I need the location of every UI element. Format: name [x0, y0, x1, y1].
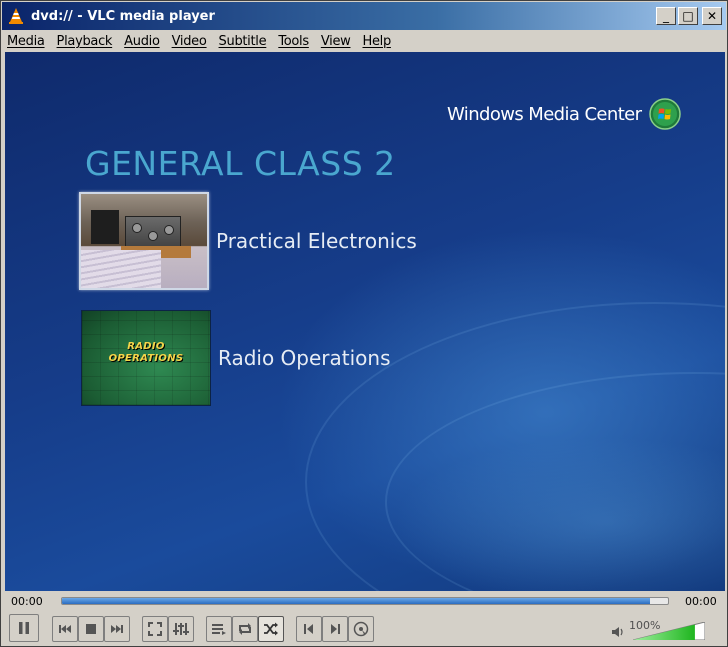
previous-button[interactable]	[52, 616, 78, 642]
loop-icon	[239, 623, 251, 635]
option-thumbnail	[79, 192, 209, 290]
stop-button[interactable]	[78, 616, 104, 642]
fullscreen-button[interactable]	[142, 616, 168, 642]
workbench-thumbnail-image	[81, 194, 207, 288]
next-frame-icon	[331, 624, 340, 634]
speaker-icon[interactable]	[611, 625, 625, 639]
radio-operations-thumbnail-image: RADIO OPERATIONS	[82, 311, 210, 405]
windows-orb-icon	[649, 98, 682, 130]
option-label: Practical Electronics	[216, 229, 417, 253]
next-button[interactable]	[104, 616, 130, 642]
vlc-cone-icon	[9, 8, 23, 24]
fullscreen-icon	[148, 622, 162, 636]
menu-view[interactable]: View	[321, 34, 351, 49]
thumbnail-caption-line: OPERATIONS	[108, 353, 184, 364]
option-thumbnail: RADIO OPERATIONS	[81, 310, 211, 406]
option-radio-operations[interactable]: RADIO OPERATIONS Radio Operations	[81, 310, 391, 406]
option-label: Radio Operations	[218, 346, 391, 370]
close-icon: ✕	[706, 9, 718, 23]
seek-bar-fill	[62, 598, 650, 604]
menu-media[interactable]: Media	[7, 34, 45, 49]
elapsed-time: 00:00	[11, 595, 43, 608]
minimize-button[interactable]: _	[656, 7, 676, 25]
wmc-brand-text: Windows Media Center	[447, 103, 642, 125]
menu-bar: Media Playback Audio Video Subtitle Tool…	[2, 30, 726, 52]
maximize-button[interactable]: □	[678, 7, 698, 25]
volume-percent: 100%	[629, 619, 661, 632]
next-frame-button[interactable]	[322, 616, 348, 642]
pause-button[interactable]	[9, 614, 39, 642]
total-time: 00:00	[685, 595, 717, 608]
option-practical-electronics[interactable]: Practical Electronics	[79, 192, 417, 290]
menu-tools[interactable]: Tools	[278, 34, 309, 49]
dvd-menu-button[interactable]	[348, 616, 374, 642]
window-title: dvd:// - VLC media player	[31, 8, 215, 24]
video-area[interactable]: Windows Media Center GENERAL CLASS 2 Pra…	[5, 52, 725, 591]
dvd-menu-icon	[353, 621, 369, 637]
seek-bar[interactable]	[61, 597, 669, 605]
menu-playback[interactable]: Playback	[57, 34, 113, 49]
minimize-icon: _	[663, 9, 669, 23]
random-button[interactable]	[258, 616, 284, 642]
menu-subtitle[interactable]: Subtitle	[219, 34, 267, 49]
vlc-window: dvd:// - VLC media player _ □ ✕ Media Pl…	[0, 0, 728, 647]
previous-frame-icon	[304, 624, 313, 634]
random-icon	[264, 622, 278, 636]
loop-button[interactable]	[232, 616, 258, 642]
menu-heading: GENERAL CLASS 2	[85, 144, 396, 183]
thumbnail-caption-line: RADIO	[127, 341, 165, 352]
thumbnail-caption: RADIO OPERATIONS	[82, 341, 210, 365]
title-bar[interactable]: dvd:// - VLC media player _ □ ✕	[2, 2, 726, 30]
close-button[interactable]: ✕	[702, 7, 722, 25]
menu-audio[interactable]: Audio	[124, 34, 160, 49]
menu-video[interactable]: Video	[172, 34, 207, 49]
pause-icon	[19, 622, 29, 634]
wmc-logo: Windows Media Center	[447, 98, 682, 130]
previous-icon	[59, 625, 71, 633]
extended-settings-icon	[173, 623, 189, 635]
playlist-button[interactable]	[206, 616, 232, 642]
playlist-icon	[212, 624, 226, 635]
next-icon	[111, 625, 123, 633]
menu-help[interactable]: Help	[363, 34, 392, 49]
stop-icon	[86, 624, 96, 634]
previous-frame-button[interactable]	[296, 616, 322, 642]
extended-settings-button[interactable]	[168, 616, 194, 642]
maximize-icon: □	[682, 9, 694, 23]
